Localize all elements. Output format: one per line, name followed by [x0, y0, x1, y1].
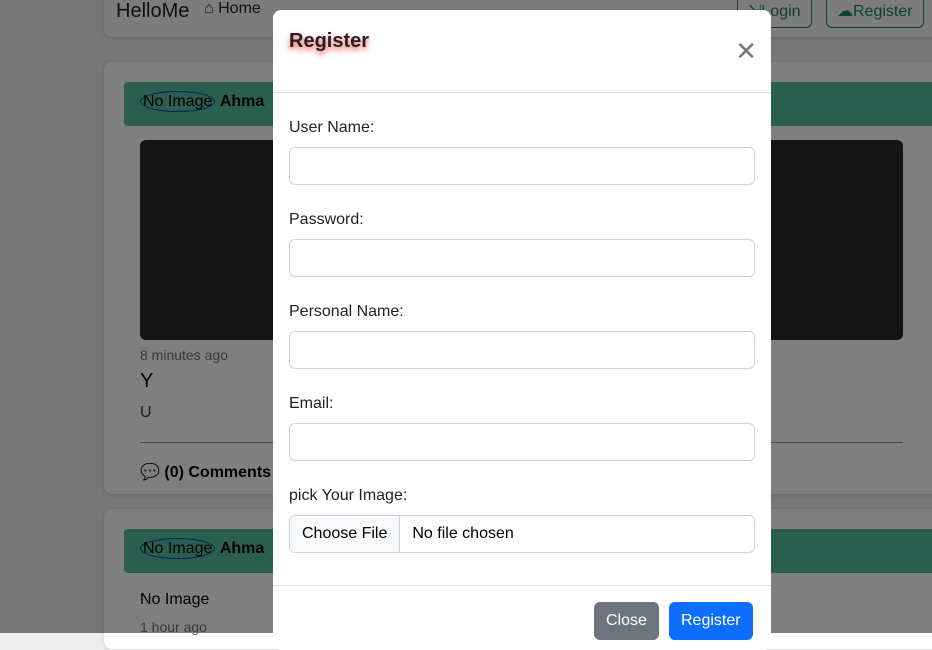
divider — [273, 92, 771, 93]
email-input[interactable] — [289, 423, 755, 461]
register-modal: Register ✕ User Name: Password: Personal… — [273, 10, 771, 650]
password-input[interactable] — [289, 239, 755, 277]
username-input[interactable] — [289, 147, 755, 185]
image-label: pick Your Image: — [289, 487, 408, 504]
username-label: User Name: — [289, 119, 375, 136]
password-label: Password: — [289, 211, 364, 228]
personal-name-label: Personal Name: — [289, 303, 404, 320]
email-label: Email: — [289, 395, 334, 412]
close-button[interactable]: Close — [594, 602, 659, 640]
divider — [273, 585, 771, 586]
register-button[interactable]: Register — [669, 602, 753, 640]
file-status: No file chosen — [412, 525, 514, 542]
personal-name-input[interactable] — [289, 331, 755, 369]
choose-file-button[interactable]: Choose File — [290, 516, 401, 552]
modal-title: Register — [289, 30, 370, 52]
image-file-input[interactable]: Choose File No file chosen — [289, 515, 755, 553]
close-icon[interactable]: ✕ — [735, 38, 757, 64]
